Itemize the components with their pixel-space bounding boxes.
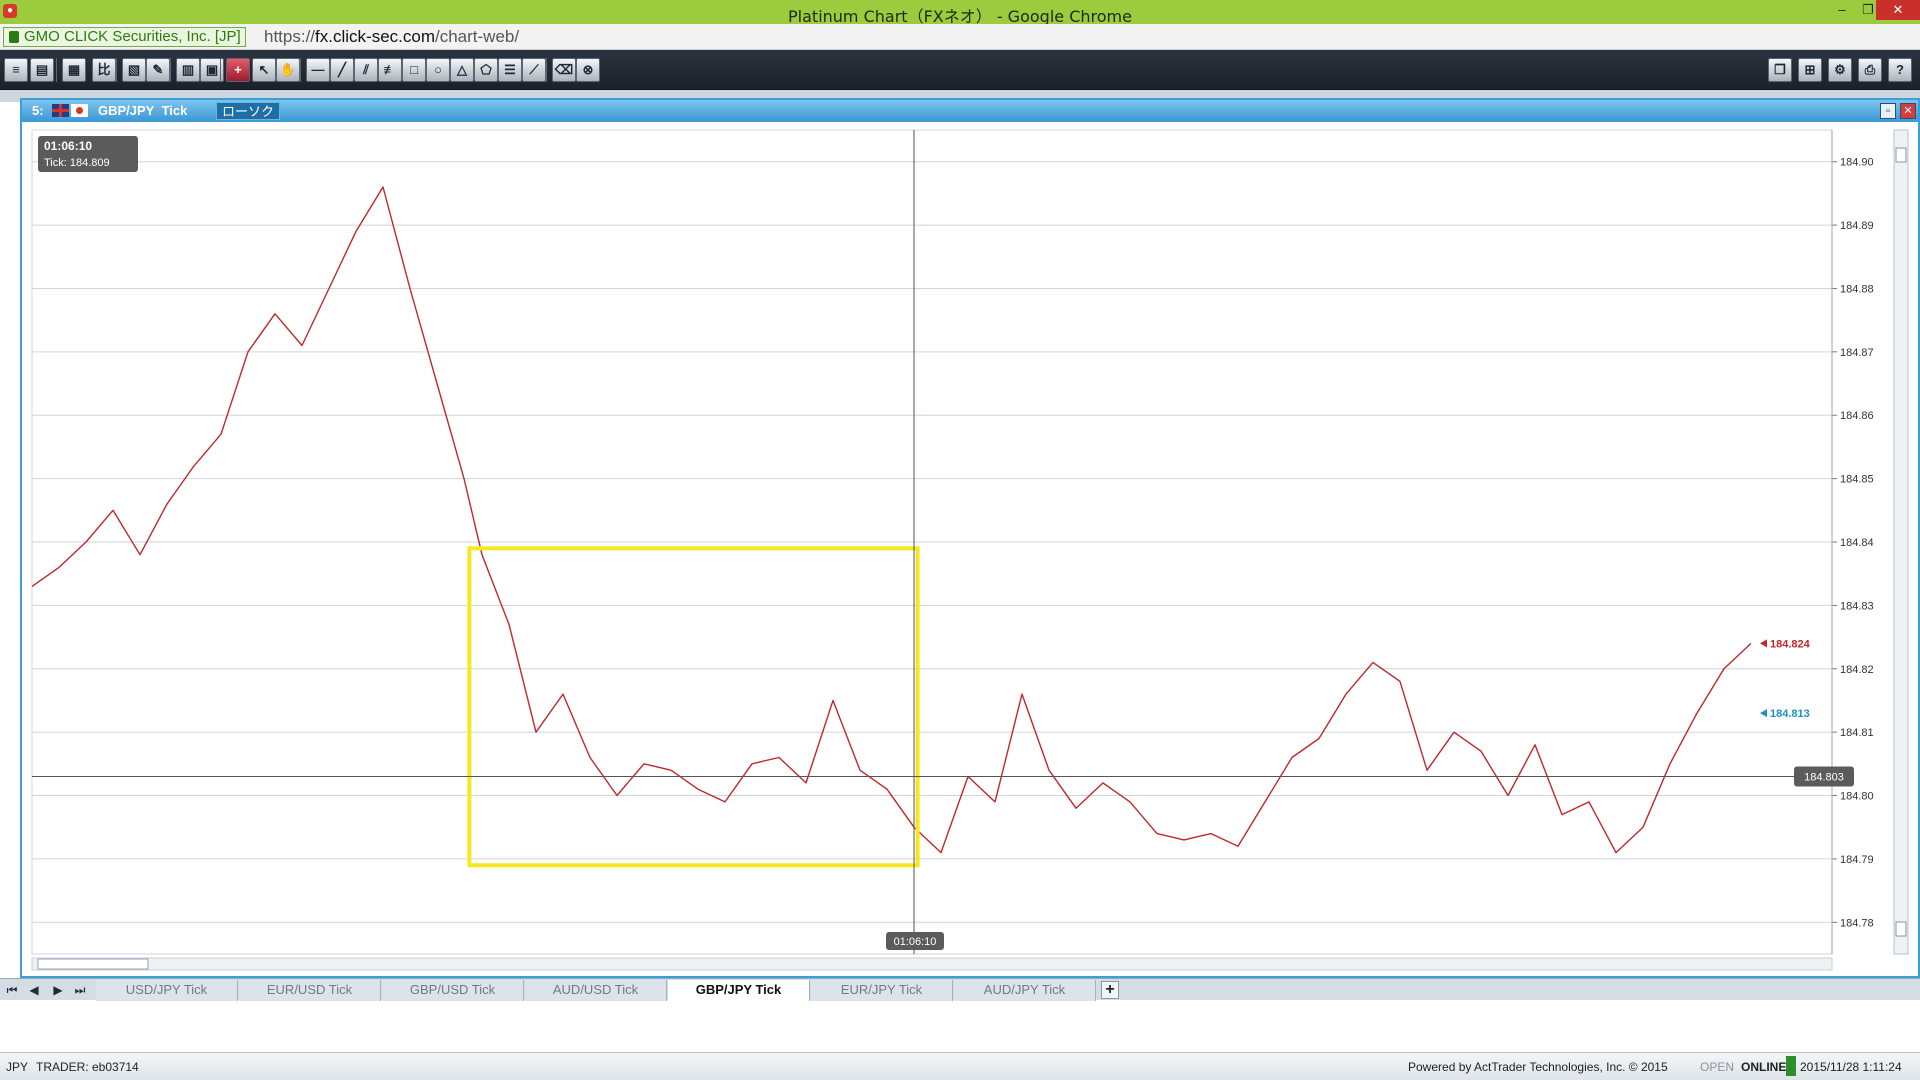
y-tick-label: 184.87 bbox=[1840, 347, 1874, 359]
compare-icon[interactable]: 比 bbox=[92, 58, 116, 82]
hline-icon[interactable]: — bbox=[306, 58, 330, 82]
trendline-icon[interactable]: ╱ bbox=[330, 58, 354, 82]
close-button[interactable]: ✕ bbox=[1876, 0, 1920, 20]
chart-window: 5: GBP/JPY Tick ローソク ▫ ✕ 184.90 184.89 184… bbox=[20, 98, 1920, 978]
y-tick-label: 184.82 bbox=[1840, 664, 1874, 676]
y-tick-label: 184.88 bbox=[1840, 283, 1874, 295]
order-icon[interactable]: ▤ bbox=[30, 58, 54, 82]
symbol-tab[interactable]: GBP/JPY Tick bbox=[668, 980, 810, 1001]
fan-icon[interactable]: ⟋ bbox=[522, 58, 546, 82]
uk-flag-icon bbox=[52, 104, 69, 117]
chart-window-header[interactable]: 5: GBP/JPY Tick ローソク ▫ ✕ bbox=[22, 100, 1918, 122]
lock-icon bbox=[9, 31, 19, 43]
chart-toolbar: ≡ ▤ ▦ 比 ▧ ✎ ▥ ▣ + ↖ ✋ — ╱ ⫽ ≢ □ ○ △ ⬠ ☰ ⟋ ⌫ ⊗ ❐ ⊞ ⚙ ⎙? bbox=[0, 50, 1920, 90]
ask-price-tag: 184.824 bbox=[1770, 638, 1811, 650]
hand-icon[interactable]: ✋ bbox=[276, 58, 300, 82]
cursor-info-tick: Tick: 184.809 bbox=[44, 157, 110, 169]
bid-price-tag: 184.813 bbox=[1770, 708, 1810, 720]
toolbar-separator bbox=[546, 58, 547, 82]
toolbar-separator bbox=[56, 58, 57, 82]
symbol-tab[interactable]: EUR/USD Tick bbox=[239, 980, 381, 1001]
y-tick-label: 184.78 bbox=[1840, 917, 1874, 929]
circle-icon[interactable]: ○ bbox=[426, 58, 450, 82]
symbol-tab[interactable]: USD/JPY Tick bbox=[96, 980, 238, 1001]
help-icon[interactable]: ? bbox=[1888, 58, 1912, 82]
y-tick-label: 184.86 bbox=[1840, 410, 1874, 422]
market-status: OPEN bbox=[1700, 1060, 1735, 1074]
toolbar-separator bbox=[170, 58, 171, 82]
add-tab-icon[interactable]: + bbox=[1101, 981, 1119, 999]
url-text[interactable]: https://fx.click-sec.com/chart-web/ bbox=[264, 27, 519, 47]
trader-id: TRADER: eb03714 bbox=[36, 1060, 139, 1074]
delete-all-icon[interactable]: ⊗ bbox=[576, 58, 600, 82]
cursor-info-time: 01:06:10 bbox=[44, 139, 92, 153]
printer-icon[interactable]: ⎙ bbox=[1858, 58, 1882, 82]
symbol-tab[interactable]: AUD/USD Tick bbox=[525, 980, 667, 1001]
list-icon[interactable]: ≡ bbox=[4, 58, 28, 82]
toolbar-separator bbox=[300, 58, 301, 82]
connection-led-icon bbox=[1786, 1056, 1796, 1076]
horizontal-scrollbar[interactable] bbox=[31, 957, 1833, 971]
connection-status: ONLINE bbox=[1741, 1060, 1787, 1074]
account-currency: JPY bbox=[6, 1060, 29, 1074]
price-chart[interactable]: 184.90 184.89 184.88 184.87 184.86 184.85 184.… bbox=[22, 122, 1918, 978]
crosshair-icon[interactable]: + bbox=[226, 58, 250, 82]
powered-by: Powered by ActTrader Technologies, Inc. … bbox=[1408, 1060, 1668, 1074]
first-tab-icon[interactable]: ⏮ bbox=[4, 982, 20, 998]
symbol-tab[interactable]: GBP/USD Tick bbox=[382, 980, 524, 1001]
y-tick-label: 184.79 bbox=[1840, 854, 1874, 866]
y-tick-label: 184.84 bbox=[1840, 537, 1874, 549]
y-tick-label: 184.81 bbox=[1840, 727, 1874, 739]
last-tab-icon[interactable]: ⏭ bbox=[72, 982, 88, 998]
status-bar: JPY TRADER: eb03714 Powered by ActTrader… bbox=[0, 1052, 1920, 1080]
zoom-in-icon[interactable] bbox=[1895, 147, 1907, 163]
print-icon[interactable]: ▥ bbox=[176, 58, 200, 82]
eraser-icon[interactable]: ⌫ bbox=[552, 58, 576, 82]
lines-icon[interactable]: ☰ bbox=[498, 58, 522, 82]
channel-icon[interactable]: ⫽ bbox=[354, 58, 378, 82]
site-identity-badge[interactable]: GMO CLICK Securities, Inc. [JP] bbox=[3, 27, 246, 47]
window-icon[interactable]: ❐ bbox=[1768, 58, 1792, 82]
symbol-tab[interactable]: AUD/JPY Tick bbox=[954, 980, 1096, 1001]
browser-title-bar: ● Platinum Chart（FXネオ） - Google Chrome –… bbox=[0, 0, 1920, 26]
y-tick-label: 184.80 bbox=[1840, 791, 1874, 803]
minimize-button[interactable]: – bbox=[1828, 0, 1856, 20]
status-datetime: 2015/11/28 1:11:24 bbox=[1800, 1060, 1902, 1074]
triangle-icon[interactable]: △ bbox=[450, 58, 474, 82]
gear-icon[interactable]: ⚙ bbox=[1828, 58, 1852, 82]
y-tick-label: 184.89 bbox=[1840, 220, 1874, 232]
chart-type-button[interactable]: ローソク bbox=[216, 102, 280, 120]
crosshair-price-label: 184.803 bbox=[1804, 772, 1844, 784]
pentagon-icon[interactable]: ⬠ bbox=[474, 58, 498, 82]
symbol-tab[interactable]: EUR/JPY Tick bbox=[811, 980, 953, 1001]
vertical-scrollbar[interactable] bbox=[1893, 129, 1909, 955]
next-tab-icon[interactable]: ▶ bbox=[50, 982, 66, 998]
window-maximize-icon[interactable]: ▫ bbox=[1880, 103, 1896, 119]
prev-tab-icon[interactable]: ◀ bbox=[26, 982, 42, 998]
pencil-icon[interactable]: ✎ bbox=[146, 58, 170, 82]
crosshair-time-label: 01:06:10 bbox=[894, 936, 937, 948]
toolbar-separator bbox=[220, 58, 221, 82]
tile-icon[interactable]: ⊞ bbox=[1798, 58, 1822, 82]
chart-symbol: GBP/JPY Tick bbox=[98, 103, 188, 118]
site-identity: GMO CLICK Securities, Inc. [JP] bbox=[24, 28, 241, 45]
address-bar[interactable]: GMO CLICK Securities, Inc. [JP] https://… bbox=[0, 24, 1920, 50]
rectangle-icon[interactable]: □ bbox=[402, 58, 426, 82]
y-tick-label: 184.90 bbox=[1840, 157, 1874, 169]
symbol-tab-bar: ⏮ ◀ ▶ ⏭ USD/JPY Tick EUR/USD Tick GBP/USD … bbox=[0, 978, 1920, 1001]
scrollbar-thumb[interactable] bbox=[37, 958, 149, 970]
pointer-icon[interactable]: ↖ bbox=[252, 58, 276, 82]
window-close-icon[interactable]: ✕ bbox=[1900, 103, 1916, 119]
toolbar-separator bbox=[116, 58, 117, 82]
y-tick-label: 184.83 bbox=[1840, 600, 1874, 612]
zoom-out-icon[interactable] bbox=[1895, 921, 1907, 937]
y-tick-label: 184.85 bbox=[1840, 474, 1874, 486]
window-number: 5: bbox=[32, 103, 44, 118]
currency-flags bbox=[52, 104, 88, 117]
japan-flag-icon bbox=[71, 104, 88, 117]
indicator-icon[interactable]: ▧ bbox=[122, 58, 146, 82]
calendar-icon[interactable]: ▦ bbox=[62, 58, 86, 82]
fib-icon[interactable]: ≢ bbox=[378, 58, 402, 82]
